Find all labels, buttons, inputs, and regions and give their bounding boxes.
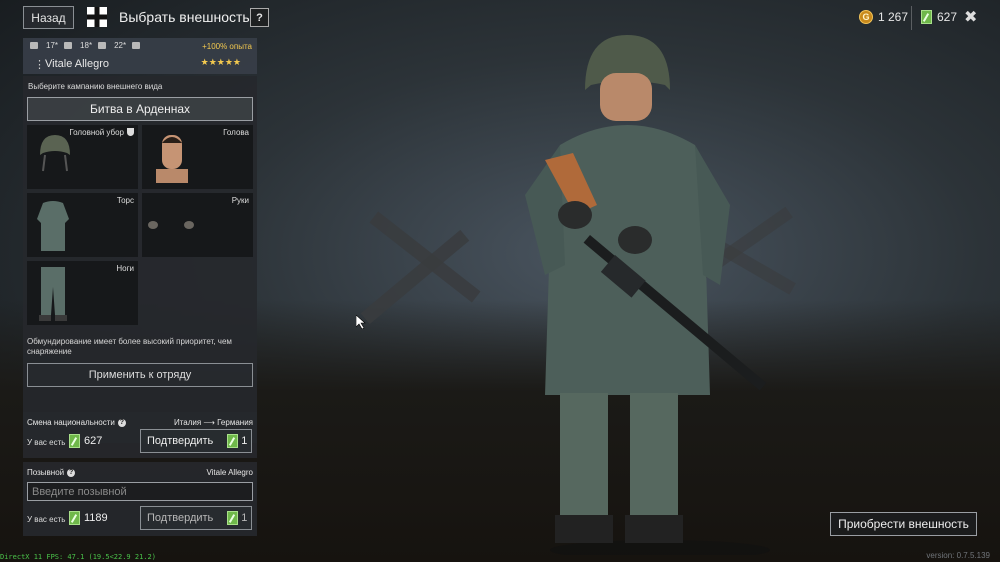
slot-torso[interactable]: Торс [27,193,138,257]
face-icon [156,135,188,183]
nationality-title: Смена национальности ? [27,418,126,427]
campaign-select[interactable]: Битва в Арденнах [27,97,253,121]
squad-icon [30,42,38,49]
gold-balance: G 1 267 [859,10,908,24]
ticket-icon [227,434,239,448]
fps-counter: DirectX 11 FPS: 47.1 (19.5<22.9 21.2) [0,553,156,561]
question-icon[interactable]: ? [117,418,126,427]
gold-value: 1 267 [878,10,909,24]
have-label: У вас есть [27,515,66,524]
callsign-balance: 1189 [69,511,108,525]
czech-hedgehog-left [369,211,481,303]
slot-head-gear-label: Головной убор [69,128,124,137]
nationality-change: Италия ⟶ Германия [173,418,253,427]
xp-bonus: +100% опыта [202,42,252,51]
priority-note: Обмундирование имеет более высокий приор… [27,337,232,356]
slot-torso-label: Торс [116,196,134,205]
buy-appearance-button[interactable]: Приобрести внешность [830,512,977,536]
gloves-icon [148,221,194,229]
slot-head[interactable]: Голова [142,125,253,189]
helmet-icon [40,135,70,172]
menu-icon[interactable]: ⋮ [34,58,45,71]
ticket-icon [69,511,80,525]
campaign-label: Выберите кампанию внешнего вида [28,82,163,91]
help-icon[interactable]: ? [250,8,269,27]
slot-legs[interactable]: Ноги [27,261,138,325]
soldier-model [525,35,770,555]
arrow-right-icon: ⟶ [203,418,215,427]
ticket-icon [227,511,239,525]
soldier-name: Vitale Allegro [45,58,110,70]
perk-icon [132,42,141,49]
version-label: version: 0.7.5.139 [926,551,990,560]
confirm-nationality-button[interactable]: Подтвердить 1 [140,429,252,453]
appearance-panel: 17* 18* 22* +100% опыта ⋮ Vitale Allegro… [23,38,257,536]
have-label: У вас есть [27,438,66,447]
cross-icon [87,7,107,27]
slot-head-gear[interactable]: Головной убор [27,125,138,189]
ticket-value: 627 [937,10,958,24]
stat-1: 17* [46,41,59,50]
stat-3: 22* [114,41,127,50]
callsign-section: Позывной ? Vitale Allegro У вас есть 118… [23,462,257,536]
divider [911,6,912,30]
appearance-body: Выберите кампанию внешнего вида Битва в … [23,76,257,443]
apply-to-squad-button[interactable]: Применить к отряду [27,363,253,387]
slot-legs-label: Ноги [116,264,134,273]
trousers-icon [39,267,67,321]
slot-hands-label: Руки [231,196,249,205]
gold-icon: G [859,10,873,24]
question-icon[interactable]: ? [67,468,76,477]
stat-2: 18* [80,41,93,50]
nationality-balance: 627 [69,434,102,448]
shield-icon [127,128,134,136]
close-icon[interactable]: ✖ [964,7,977,27]
confirm-callsign-button[interactable]: Подтвердить 1 [140,506,252,530]
ticket-icon [69,434,80,448]
health-icon [98,42,107,49]
equipment-slots: Головной убор Голова Торс Руки Ноги [27,125,253,335]
soldier-stats: 17* 18* 22* [30,41,142,50]
top-bar: Назад Выбрать внешность ? G 1 267 627 ✖ [0,0,1000,36]
mouse-cursor-icon [356,315,366,329]
soldier-header: 17* 18* 22* +100% опыта ⋮ Vitale Allegro… [23,38,257,74]
callsign-current: Vitale Allegro [206,468,253,477]
callsign-input[interactable] [27,482,253,501]
callsign-title: Позывной ? [27,468,76,477]
slot-head-label: Голова [223,128,249,137]
rank-icon [64,42,73,49]
ticket-icon [921,10,932,24]
rating-stars: ★★★★★ [200,57,241,67]
coat-icon [37,201,69,251]
page-title: Выбрать внешность [119,9,250,25]
nationality-section: Смена национальности ? Италия ⟶ Германия… [23,412,257,458]
back-button[interactable]: Назад [23,6,74,29]
ticket-balance: 627 [921,10,957,24]
slot-hands[interactable]: Руки [142,193,253,257]
